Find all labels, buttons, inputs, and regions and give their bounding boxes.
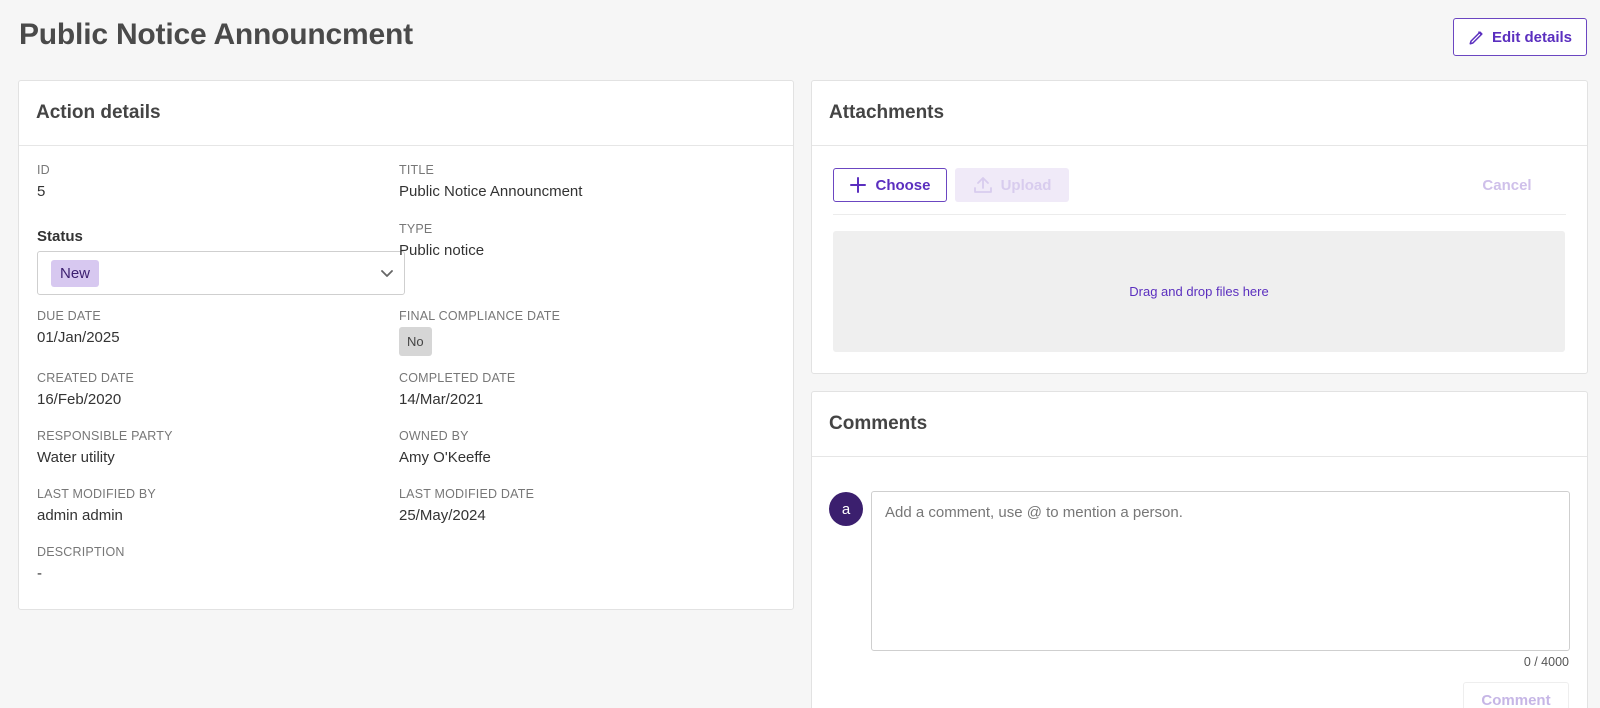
completed-date-label: COMPLETED DATE xyxy=(399,371,516,385)
description-label: DESCRIPTION xyxy=(37,545,125,559)
comment-button[interactable]: Comment xyxy=(1463,682,1569,708)
title-field: TITLE Public Notice Announcment xyxy=(399,163,582,200)
final-compliance-badge: No xyxy=(399,327,432,356)
completed-date-value: 14/Mar/2021 xyxy=(399,391,484,408)
final-compliance-label: FINAL COMPLIANCE DATE xyxy=(399,309,561,323)
chevron-down-icon xyxy=(381,270,393,277)
page-title: Public Notice Announcment xyxy=(19,18,413,51)
responsible-party-label: RESPONSIBLE PARTY xyxy=(37,429,173,443)
id-label: ID xyxy=(37,163,50,177)
character-counter: 0 / 4000 xyxy=(1523,655,1569,669)
attachments-divider xyxy=(833,214,1566,215)
created-date-label: CREATED DATE xyxy=(37,371,135,385)
comments-header: Comments xyxy=(812,392,1587,457)
choose-button[interactable]: Choose xyxy=(833,168,947,202)
file-dropzone[interactable]: Drag and drop files here xyxy=(833,231,1565,352)
attachments-card: Attachments Choose Upload Cancel Drag an… xyxy=(811,80,1588,374)
owned-by-field: OWNED BY Amy O'Keeffe xyxy=(399,429,491,466)
owned-by-label: OWNED BY xyxy=(399,429,469,443)
plus-icon xyxy=(850,177,867,193)
type-value: Public notice xyxy=(399,242,485,259)
title-value: Public Notice Announcment xyxy=(399,183,583,200)
owned-by-value: Amy O'Keeffe xyxy=(399,449,491,466)
choose-label: Choose xyxy=(875,176,931,194)
final-compliance-field: FINAL COMPLIANCE DATE No xyxy=(399,309,560,356)
created-date-field: CREATED DATE 16/Feb/2020 xyxy=(37,371,134,408)
last-modified-date-label: LAST MODIFIED DATE xyxy=(399,487,535,501)
last-modified-date-value: 25/May/2024 xyxy=(399,507,486,524)
last-modified-by-field: LAST MODIFIED BY admin admin xyxy=(37,487,156,524)
page: Public Notice Announcment Edit details A… xyxy=(0,0,1600,708)
cancel-button[interactable]: Cancel xyxy=(1462,168,1552,202)
due-date-field: DUE DATE 01/Jan/2025 xyxy=(37,309,120,346)
type-field: TYPE Public notice xyxy=(399,222,484,259)
id-field: ID 5 xyxy=(37,163,50,200)
status-label: Status xyxy=(37,228,83,245)
upload-label: Upload xyxy=(1000,176,1052,194)
last-modified-by-value: admin admin xyxy=(37,507,123,524)
created-date-value: 16/Feb/2020 xyxy=(37,391,122,408)
pencil-icon xyxy=(1469,31,1483,45)
last-modified-date-field: LAST MODIFIED DATE 25/May/2024 xyxy=(399,487,534,524)
description-value: - xyxy=(37,565,42,582)
attachments-header: Attachments xyxy=(812,81,1587,146)
comment-input[interactable] xyxy=(871,491,1570,651)
type-label: TYPE xyxy=(399,222,433,236)
dropzone-text: Drag and drop files here xyxy=(1129,284,1269,299)
title-label: TITLE xyxy=(399,163,435,177)
comments-card: Comments a 0 / 4000 Comment xyxy=(811,391,1588,708)
id-value: 5 xyxy=(37,183,46,200)
action-details-card: Action details ID 5 TITLE Public Notice … xyxy=(18,80,794,610)
due-date-label: DUE DATE xyxy=(37,309,101,323)
last-modified-by-label: LAST MODIFIED BY xyxy=(37,487,156,501)
due-date-value: 01/Jan/2025 xyxy=(37,329,120,346)
upload-icon xyxy=(973,177,992,193)
action-details-header: Action details xyxy=(19,81,793,146)
edit-details-label: Edit details xyxy=(1491,28,1573,46)
status-chip: New xyxy=(51,259,100,287)
upload-button[interactable]: Upload xyxy=(955,168,1069,202)
responsible-party-value: Water utility xyxy=(37,449,115,466)
completed-date-field: COMPLETED DATE 14/Mar/2021 xyxy=(399,371,515,408)
description-field: DESCRIPTION - xyxy=(37,545,125,582)
avatar: a xyxy=(829,492,863,526)
responsible-party-field: RESPONSIBLE PARTY Water utility xyxy=(37,429,173,466)
edit-details-button[interactable]: Edit details xyxy=(1453,18,1587,56)
status-select[interactable]: New xyxy=(37,251,405,295)
